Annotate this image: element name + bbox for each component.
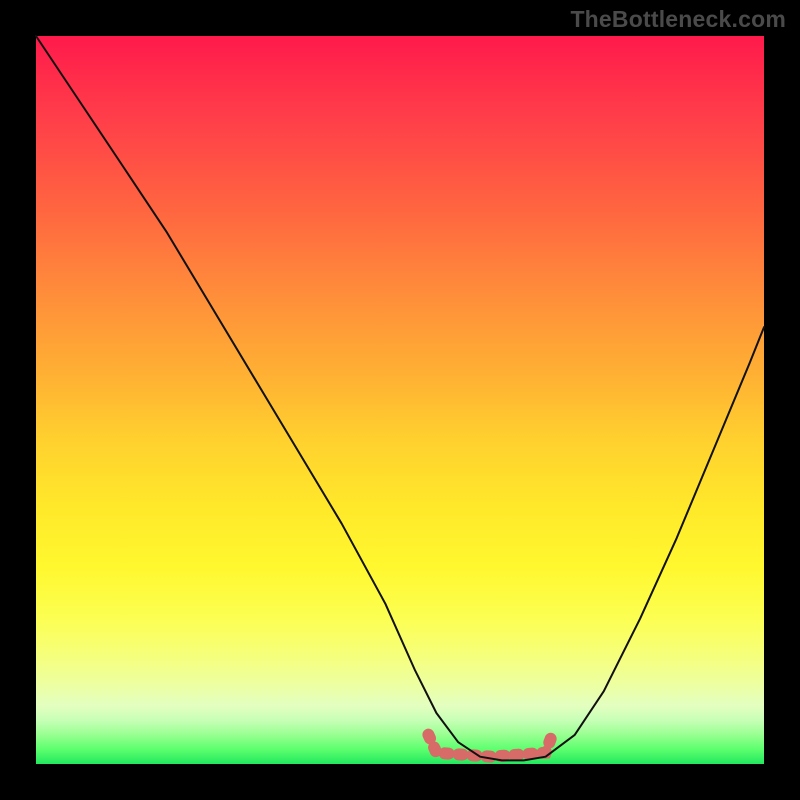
watermark-text: TheBottleneck.com (570, 6, 786, 33)
chart-frame: TheBottleneck.com (0, 0, 800, 800)
bottleneck-curve (36, 36, 764, 760)
optimal-region-marker (428, 731, 553, 757)
chart-svg (36, 36, 764, 764)
plot-area (36, 36, 764, 764)
